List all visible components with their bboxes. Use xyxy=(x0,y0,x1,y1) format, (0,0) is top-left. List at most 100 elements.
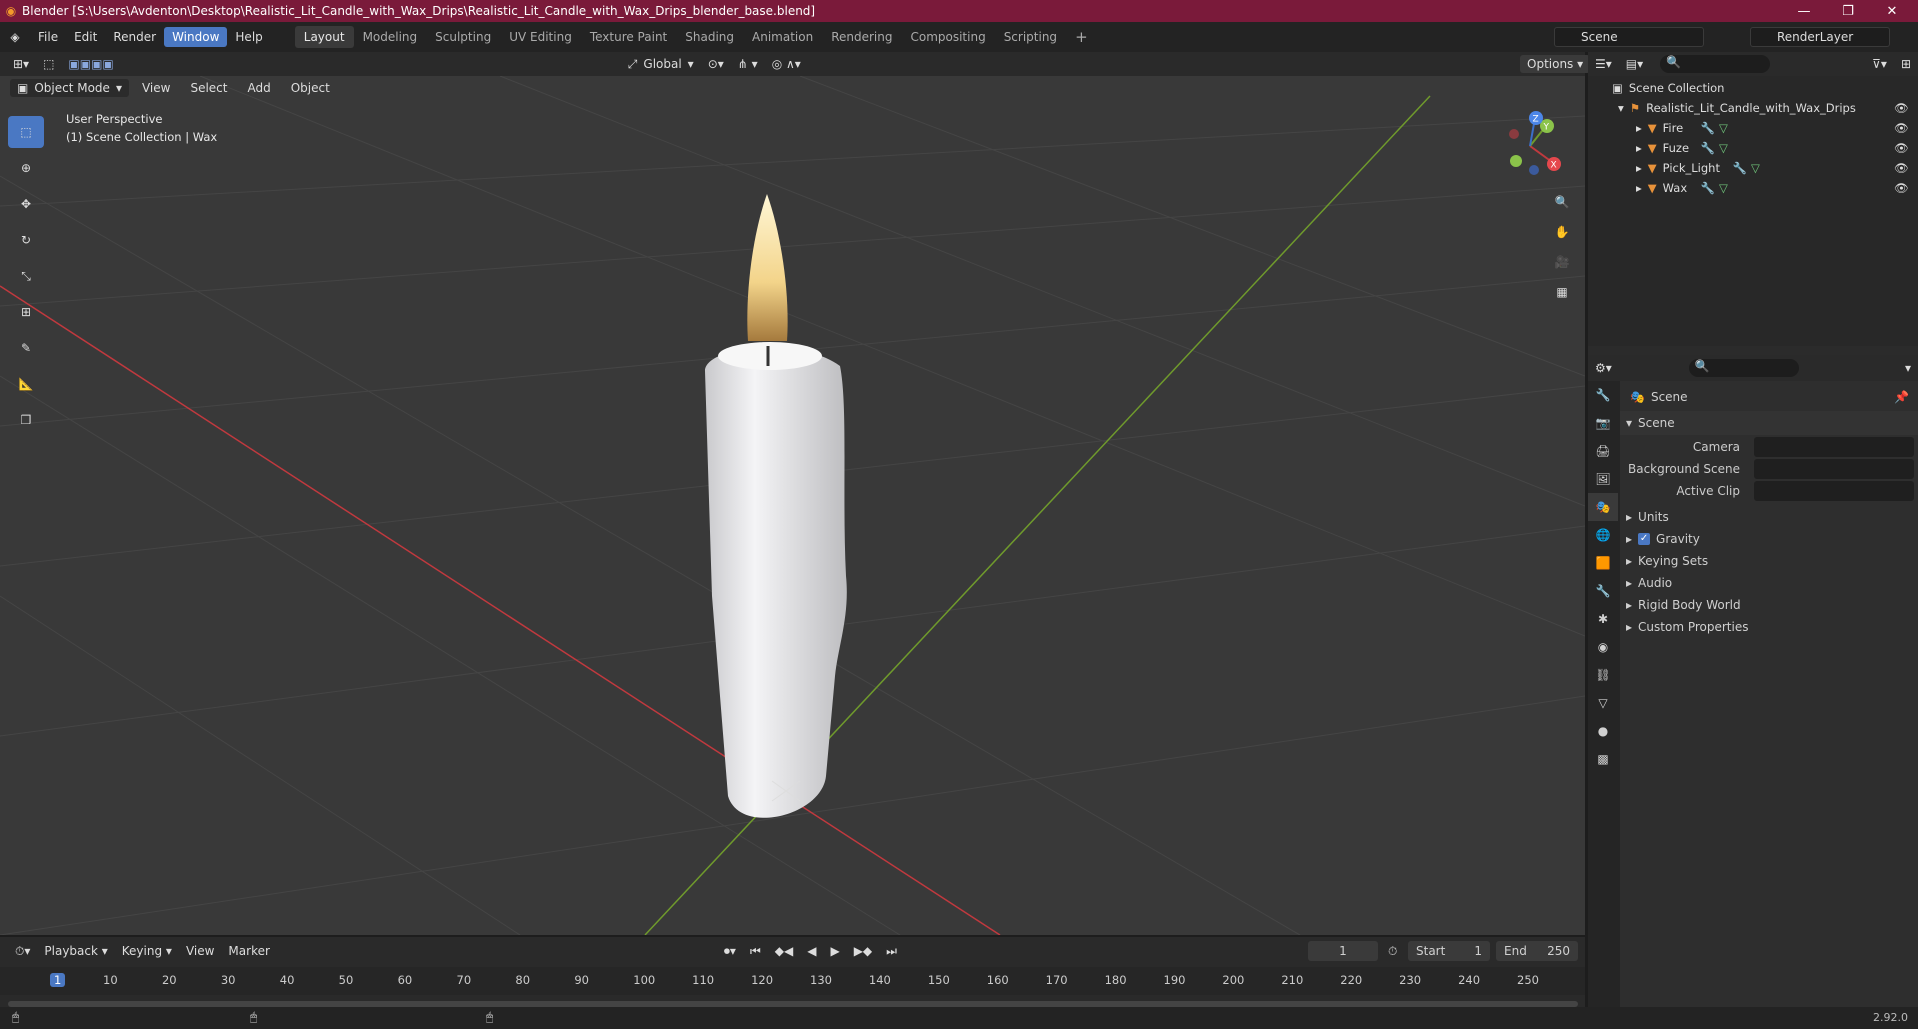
expand-arrow-icon[interactable]: ▸ xyxy=(1626,532,1632,546)
next-keyframe-icon[interactable]: ▶◆ xyxy=(847,942,879,960)
world-tab-icon[interactable]: 🌐 xyxy=(1588,521,1618,549)
pivot-icon[interactable]: ⊙▾ xyxy=(701,55,731,73)
expand-arrow-icon[interactable]: ▾ xyxy=(1618,101,1624,115)
render-layer-selector[interactable]: RenderLayer xyxy=(1750,27,1890,47)
modifier-tab-icon[interactable]: 🔧 xyxy=(1588,577,1618,605)
menu-window[interactable]: Window xyxy=(164,27,228,47)
keying-sets-panel[interactable]: ▸ Keying Sets xyxy=(1620,549,1918,573)
options-button[interactable]: Options ▾ xyxy=(1520,55,1591,73)
new-collection-icon[interactable]: ⊞ xyxy=(1894,55,1918,73)
particles-tab-icon[interactable]: ✱ xyxy=(1588,605,1618,633)
scale-icon[interactable]: ⤡ xyxy=(8,260,44,292)
tab-compositing[interactable]: Compositing xyxy=(901,26,994,48)
outliner-object-row[interactable]: ▸ ▼ Pick_Light 🔧 ▽ 👁 xyxy=(1588,158,1918,178)
tab-texture-paint[interactable]: Texture Paint xyxy=(581,26,676,48)
modifier-wrench-icon[interactable]: 🔧 xyxy=(1701,141,1715,155)
editor-type-icon[interactable]: ⊞▾ xyxy=(6,55,36,73)
keying-menu[interactable]: Keying ▾ xyxy=(115,942,179,960)
view-menu[interactable]: View xyxy=(179,942,221,960)
modifier-wrench-icon[interactable]: 🔧 xyxy=(1733,161,1747,175)
tab-shading[interactable]: Shading xyxy=(676,26,743,48)
camera-view-icon[interactable]: 🎥 xyxy=(1548,248,1576,276)
eye-icon[interactable]: 👁 xyxy=(1894,121,1909,135)
view-layer-tab-icon[interactable]: 🖼 xyxy=(1588,465,1618,493)
add-cube-icon[interactable]: ❒ xyxy=(8,404,44,436)
units-panel[interactable]: ▸ Units xyxy=(1620,505,1918,529)
navigation-gizmo[interactable]: X Y Z xyxy=(1490,106,1570,186)
properties-options-icon[interactable]: ▾ xyxy=(1898,359,1918,377)
outliner-object-row[interactable]: ▸ ▼ Fire 🔧 ▽ 👁 xyxy=(1588,118,1918,138)
expand-arrow-icon[interactable]: ▸ xyxy=(1636,121,1642,135)
texture-tab-icon[interactable]: ▩ xyxy=(1588,745,1618,773)
eye-icon[interactable]: 👁 xyxy=(1894,161,1909,175)
frame-ruler[interactable]: 1 10 20 30 40 50 60 70 80 90 100 110 120 130 140 150 160… xyxy=(0,967,1585,995)
end-frame-field[interactable]: End 250 xyxy=(1496,941,1578,961)
candle-wax[interactable] xyxy=(705,347,847,818)
transform-orientation[interactable]: ⤢ Global ▾ xyxy=(621,55,701,73)
object-tab-icon[interactable]: 🟧 xyxy=(1588,549,1618,577)
mesh-data-icon[interactable]: ▽ xyxy=(1719,181,1728,195)
zoom-icon[interactable]: 🔍 xyxy=(1548,188,1576,216)
add-workspace-icon[interactable]: + xyxy=(1066,24,1097,50)
custom-properties-panel[interactable]: ▸ Custom Properties xyxy=(1620,615,1918,639)
material-tab-icon[interactable]: ● xyxy=(1588,717,1618,745)
menu-file[interactable]: File xyxy=(30,27,66,47)
outliner-collection-row[interactable]: ▾ ⚑ Realistic_Lit_Candle_with_Wax_Drips … xyxy=(1588,98,1918,118)
data-tab-icon[interactable]: ▽ xyxy=(1588,689,1618,717)
output-tab-icon[interactable]: 🖨 xyxy=(1588,437,1618,465)
mesh-data-icon[interactable]: ▽ xyxy=(1719,141,1728,155)
marker-menu[interactable]: Marker xyxy=(221,942,276,960)
menu-edit[interactable]: Edit xyxy=(66,27,105,47)
physics-tab-icon[interactable]: ◉ xyxy=(1588,633,1618,661)
restore-icon[interactable]: ❐ xyxy=(1826,0,1870,22)
object-mode-dropdown[interactable]: ▣ Object Mode ▾ xyxy=(10,79,129,97)
tab-layout[interactable]: Layout xyxy=(294,26,354,48)
outliner-object-row[interactable]: ▸ ▼ Fuze 🔧 ▽ 👁 xyxy=(1588,138,1918,158)
select-box-icon[interactable]: ⬚ xyxy=(8,116,44,148)
transform-icon[interactable]: ⊞ xyxy=(8,296,44,328)
active-clip-field[interactable] xyxy=(1754,481,1914,501)
expand-arrow-icon[interactable]: ▸ xyxy=(1626,554,1632,568)
tab-rendering[interactable]: Rendering xyxy=(822,26,901,48)
close-icon[interactable]: ✕ xyxy=(1870,0,1914,22)
expand-arrow-icon[interactable]: ▾ xyxy=(1626,416,1632,430)
camera-field[interactable] xyxy=(1754,437,1914,457)
scene-section-header[interactable]: ▾ Scene xyxy=(1620,411,1918,435)
view-menu[interactable]: View xyxy=(135,79,177,97)
eye-icon[interactable]: 👁 xyxy=(1894,181,1909,195)
properties-search-input[interactable]: 🔍 xyxy=(1688,359,1799,377)
snap-icon[interactable]: ⋔ ▾ xyxy=(731,55,765,73)
time-icon[interactable]: ⏱ xyxy=(1388,944,1397,959)
measure-icon[interactable]: 📐 xyxy=(8,368,44,400)
expand-arrow-icon[interactable]: ▸ xyxy=(1636,181,1642,195)
modifier-wrench-icon[interactable]: 🔧 xyxy=(1701,181,1715,195)
constraints-tab-icon[interactable]: ⛓ xyxy=(1588,661,1618,689)
move-icon[interactable]: ✥ xyxy=(8,188,44,220)
minimize-icon[interactable]: — xyxy=(1782,0,1826,22)
jump-end-icon[interactable]: ⏭ xyxy=(879,942,904,960)
scene-tab-icon[interactable]: 🎭 xyxy=(1588,493,1618,521)
expand-arrow-icon[interactable]: ▸ xyxy=(1626,598,1632,612)
display-mode-icon[interactable]: ▤▾ xyxy=(1619,55,1650,73)
play-reverse-icon[interactable]: ◀ xyxy=(800,942,823,960)
jump-start-icon[interactable]: ⏮ xyxy=(743,942,768,960)
outliner-scene-collection[interactable]: ▣ Scene Collection xyxy=(1588,78,1918,98)
menu-help[interactable]: Help xyxy=(227,27,270,47)
candle-flame[interactable] xyxy=(747,194,788,341)
playback-menu[interactable]: Playback ▾ xyxy=(37,942,114,960)
blender-menu-icon[interactable]: ◈ xyxy=(0,30,30,44)
timeline-editor-icon[interactable]: ⏱▾ xyxy=(8,942,37,960)
gravity-panel[interactable]: ▸ ✓ Gravity xyxy=(1620,527,1918,551)
outliner-editor-icon[interactable]: ☰▾ xyxy=(1588,55,1619,73)
expand-arrow-icon[interactable]: ▸ xyxy=(1626,620,1632,634)
selection-mode-icons[interactable]: ▣▣▣▣ xyxy=(61,55,120,73)
proportional-edit-icon[interactable]: ◎ ∧▾ xyxy=(765,55,808,73)
expand-arrow-icon[interactable]: ▸ xyxy=(1626,510,1632,524)
start-frame-field[interactable]: Start 1 xyxy=(1408,941,1490,961)
tab-scripting[interactable]: Scripting xyxy=(995,26,1066,48)
audio-panel[interactable]: ▸ Audio xyxy=(1620,571,1918,595)
eye-icon[interactable]: 👁 xyxy=(1894,101,1909,115)
scene-selector[interactable]: Scene xyxy=(1554,27,1704,47)
record-icon[interactable]: ⏺▾ xyxy=(717,942,743,960)
eye-icon[interactable]: 👁 xyxy=(1894,141,1909,155)
